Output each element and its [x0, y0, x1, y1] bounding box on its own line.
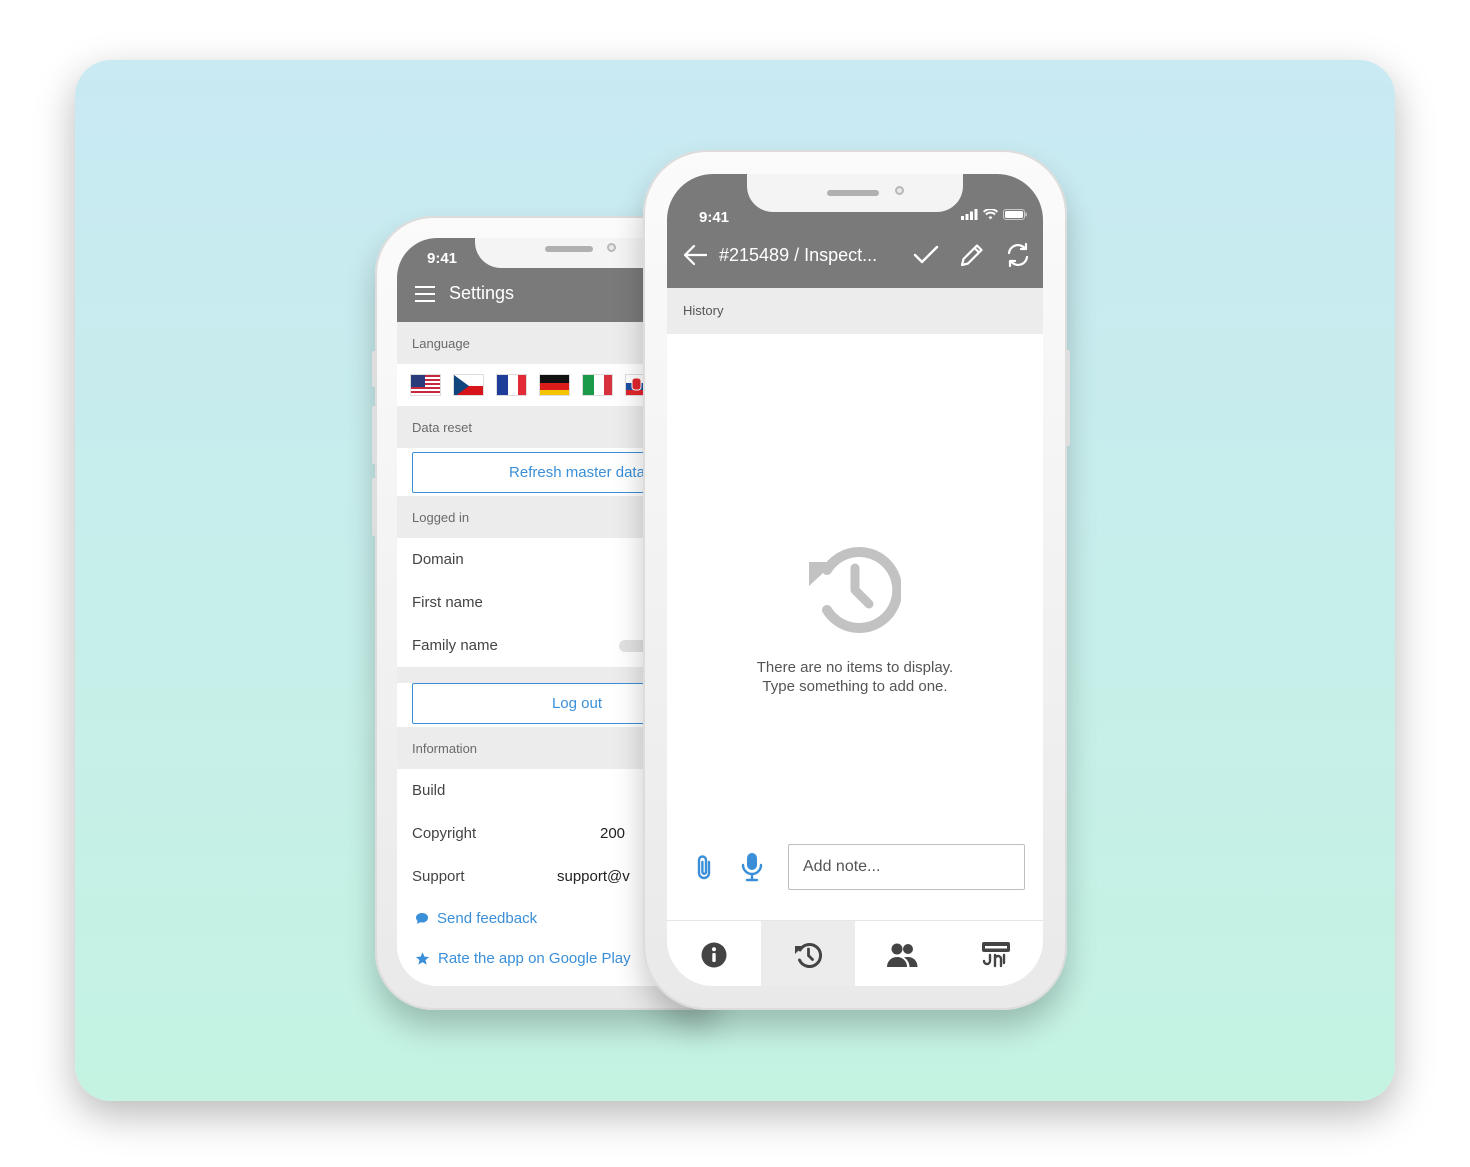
row-label: First name: [412, 594, 483, 611]
tab-info[interactable]: [667, 921, 761, 986]
bottom-tab-bar: [667, 920, 1043, 986]
row-value: 200: [600, 825, 626, 842]
info-icon: [701, 942, 727, 967]
row-value[interactable]: support@v: [557, 868, 630, 885]
chat-icon: [416, 912, 428, 924]
phone-side-button: [372, 351, 377, 387]
phone-speaker: [827, 190, 879, 196]
phone-side-button: [372, 406, 377, 464]
page-title: #215489 / Inspect...: [719, 244, 878, 265]
row-label: Copyright: [412, 825, 477, 842]
star-icon: [415, 951, 430, 965]
battery-icon: [1003, 209, 1027, 220]
page-title: Settings: [449, 283, 515, 303]
refresh-icon[interactable]: [1005, 242, 1031, 268]
inspection-icon: [982, 941, 1010, 967]
history-app-bar: 9:41 #215489 / Inspect...: [667, 174, 1043, 288]
row-label: Domain: [412, 551, 464, 568]
paperclip-icon[interactable]: [695, 854, 715, 882]
people-icon: [887, 943, 918, 967]
microphone-icon[interactable]: [741, 852, 763, 882]
note-composer: Add note...: [667, 842, 1043, 896]
history-empty-icon: [805, 540, 903, 641]
phone-camera: [895, 186, 904, 195]
history-phone: 9:41 #215489 / Inspect... History There …: [643, 150, 1070, 1010]
back-arrow-icon[interactable]: [683, 244, 707, 266]
showcase-background: 9:41 Settings Language Data reset Refres…: [75, 60, 1395, 1101]
phone-camera: [607, 243, 616, 252]
phone-speaker: [545, 246, 593, 252]
add-note-input[interactable]: Add note...: [788, 844, 1025, 890]
phone-side-button: [1065, 350, 1070, 446]
empty-line: There are no items to display.: [756, 659, 954, 676]
history-icon: [795, 942, 822, 968]
de-flag-icon[interactable]: [539, 374, 570, 396]
history-screen: 9:41 #215489 / Inspect... History There …: [667, 174, 1043, 986]
menu-icon[interactable]: [415, 285, 435, 302]
section-history: History: [667, 288, 1043, 334]
signal-icon: [961, 209, 978, 220]
link-label: Rate the app on Google Play: [438, 949, 631, 967]
it-flag-icon[interactable]: [582, 374, 613, 396]
empty-line: Type something to add one.: [762, 678, 948, 695]
empty-state-message: There are no items to display. Type some…: [667, 658, 1043, 696]
checkmark-icon[interactable]: [913, 245, 939, 265]
phone-notch: [747, 174, 963, 212]
row-label: Support: [412, 868, 465, 885]
fr-flag-icon[interactable]: [496, 374, 527, 396]
tab-people[interactable]: [855, 921, 949, 986]
link-label: Send feedback: [437, 909, 538, 927]
status-icons: [961, 209, 1027, 220]
phone-side-button: [372, 478, 377, 536]
tab-inspection[interactable]: [949, 921, 1043, 986]
row-label: Build: [412, 782, 446, 799]
wifi-icon: [983, 209, 998, 220]
status-time: 9:41: [427, 250, 458, 267]
status-time: 9:41: [699, 209, 730, 226]
pencil-icon[interactable]: [959, 242, 985, 268]
cz-flag-icon[interactable]: [453, 374, 484, 396]
us-flag-icon[interactable]: [410, 374, 441, 396]
row-label: Family name: [412, 637, 498, 654]
tab-history[interactable]: [761, 921, 855, 986]
